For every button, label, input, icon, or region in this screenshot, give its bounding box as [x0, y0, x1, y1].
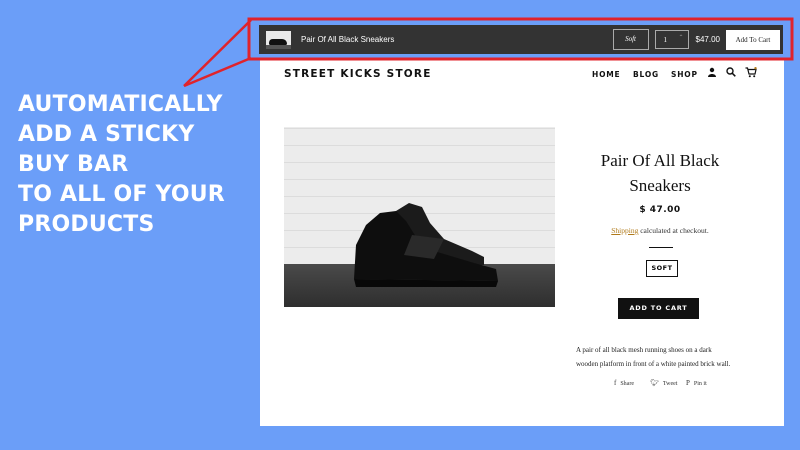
add-to-cart-button[interactable]: ADD TO CART: [618, 298, 699, 319]
description-line: A pair of all black mesh running shoes o…: [576, 346, 712, 354]
sneakers-illustration: [354, 203, 498, 287]
twitter-icon: 🐦︎: [650, 379, 659, 387]
product-description: A pair of all black mesh running shoes o…: [576, 343, 756, 371]
pin-label: Pin it: [693, 381, 707, 387]
store-logo[interactable]: STREET KICKS STORE: [284, 68, 432, 80]
promo-line: BUY BAR: [18, 152, 129, 177]
callout-pointer-line: [183, 19, 252, 87]
product-image[interactable]: [284, 127, 555, 307]
nav-shop[interactable]: SHOP: [671, 70, 698, 79]
shipping-link[interactable]: Shipping: [611, 226, 638, 235]
callout-pointer-line: [183, 56, 252, 88]
promo-line: AUTOMATICALLY: [18, 92, 223, 117]
promo-line: TO ALL OF YOUR: [18, 182, 225, 207]
sticky-quantity-input[interactable]: 1: [654, 30, 689, 49]
tweet-label: Tweet: [662, 381, 678, 387]
account-icon[interactable]: [707, 67, 717, 80]
sticky-price: $47.00: [695, 35, 720, 44]
shipping-text: calculated at checkout.: [640, 226, 709, 235]
product-price: $ 47.00: [639, 205, 681, 215]
facebook-icon: f: [614, 379, 617, 387]
share-facebook-link[interactable]: f Share: [614, 379, 634, 387]
product-thumbnail[interactable]: [266, 30, 291, 49]
sticky-product-title: Pair Of All Black Sneakers: [301, 35, 395, 44]
nav-home[interactable]: HOME: [592, 70, 620, 79]
shipping-note: Shipping calculated at checkout.: [570, 226, 750, 235]
share-twitter-link[interactable]: 🐦︎ Tweet: [650, 379, 677, 387]
share-label: Share: [620, 381, 635, 387]
search-icon[interactable]: [726, 67, 736, 80]
sticky-add-to-cart-button[interactable]: Add To Cart: [726, 29, 780, 50]
share-pinterest-link[interactable]: P Pin it: [686, 379, 707, 387]
promo-headline: AUTOMATICALLY ADD A STICKY BUY BAR TO AL…: [18, 90, 225, 240]
promo-line: PRODUCTS: [18, 212, 155, 237]
pinterest-icon: P: [686, 379, 690, 387]
nav-blog[interactable]: BLOG: [633, 70, 659, 79]
description-line: wooden platform in front of a white pain…: [576, 360, 731, 368]
promo-line: ADD A STICKY: [18, 122, 195, 147]
sticky-buy-bar: Pair Of All Black Sneakers Soft 1 $47.00…: [259, 25, 783, 54]
product-title-line: Pair Of All Black: [600, 151, 720, 170]
sticky-variant-select[interactable]: Soft: [612, 29, 649, 50]
product-title-line: Sneakers: [629, 176, 691, 195]
cart-icon[interactable]: [745, 67, 757, 81]
divider: [649, 247, 673, 248]
variant-option-soft[interactable]: SOFT: [646, 260, 678, 277]
product-title: Pair Of All Black Sneakers: [570, 148, 750, 198]
